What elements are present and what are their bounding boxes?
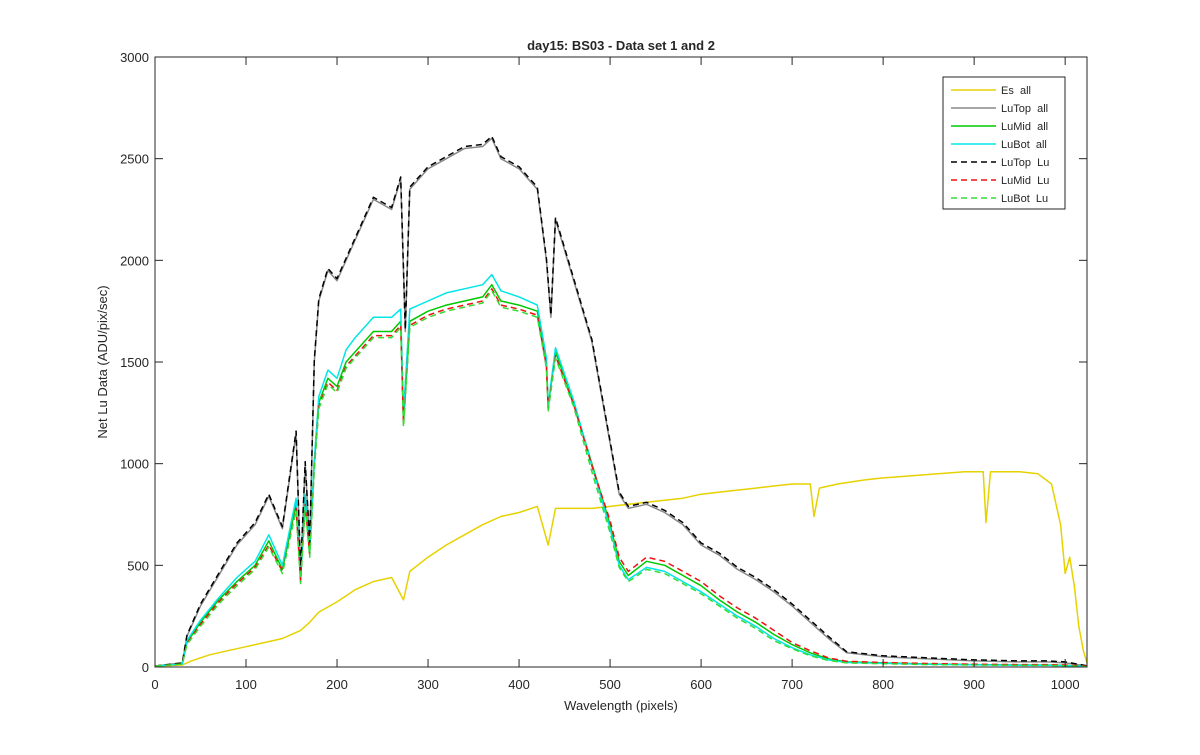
y-tick-label: 1000 (120, 457, 149, 472)
line-chart: day15: BS03 - Data set 1 and 2 0 100 200 30… (95, 38, 1088, 713)
legend-label-3: LuBot all (1001, 139, 1047, 151)
legend-label-1: LuTop all (1001, 103, 1048, 115)
x-tick-label: 1000 (1051, 677, 1080, 692)
x-tick-label: 700 (781, 677, 803, 692)
legend-label-2: LuMid all (1001, 121, 1048, 133)
y-axis-label: Net Lu Data (ADU/pix/sec) (95, 285, 110, 438)
y-tick-label: 2000 (120, 253, 149, 268)
x-axis-label: Wavelength (pixels) (564, 698, 678, 713)
x-tick-label: 800 (872, 677, 894, 692)
x-tick-label: 600 (690, 677, 712, 692)
x-tick-label: 900 (963, 677, 985, 692)
x-tick-label: 300 (417, 677, 439, 692)
y-tick-label: 1500 (120, 355, 149, 370)
y-tick-label: 500 (127, 558, 149, 573)
x-tick-label: 500 (599, 677, 621, 692)
x-tick-label: 100 (235, 677, 257, 692)
legend: Es all LuTop all LuMid all LuBot all LuTop L… (942, 76, 1066, 210)
legend-label-5: LuMid Lu (1001, 175, 1049, 187)
x-tick-label: 0 (151, 677, 158, 692)
figure: day15: BS03 - Data set 1 and 2 0 100 200 30… (0, 0, 1200, 750)
y-tick-label: 0 (142, 660, 149, 675)
legend-label-6: LuBot Lu (1001, 193, 1048, 205)
legend-label-0: Es all (1001, 85, 1031, 97)
x-tick-label: 200 (326, 677, 348, 692)
x-tick-label: 400 (508, 677, 530, 692)
legend-label-4: LuTop Lu (1001, 157, 1049, 169)
y-tick-label: 2500 (120, 152, 149, 167)
y-tick-label: 3000 (120, 50, 149, 65)
chart-title: day15: BS03 - Data set 1 and 2 (527, 38, 715, 53)
